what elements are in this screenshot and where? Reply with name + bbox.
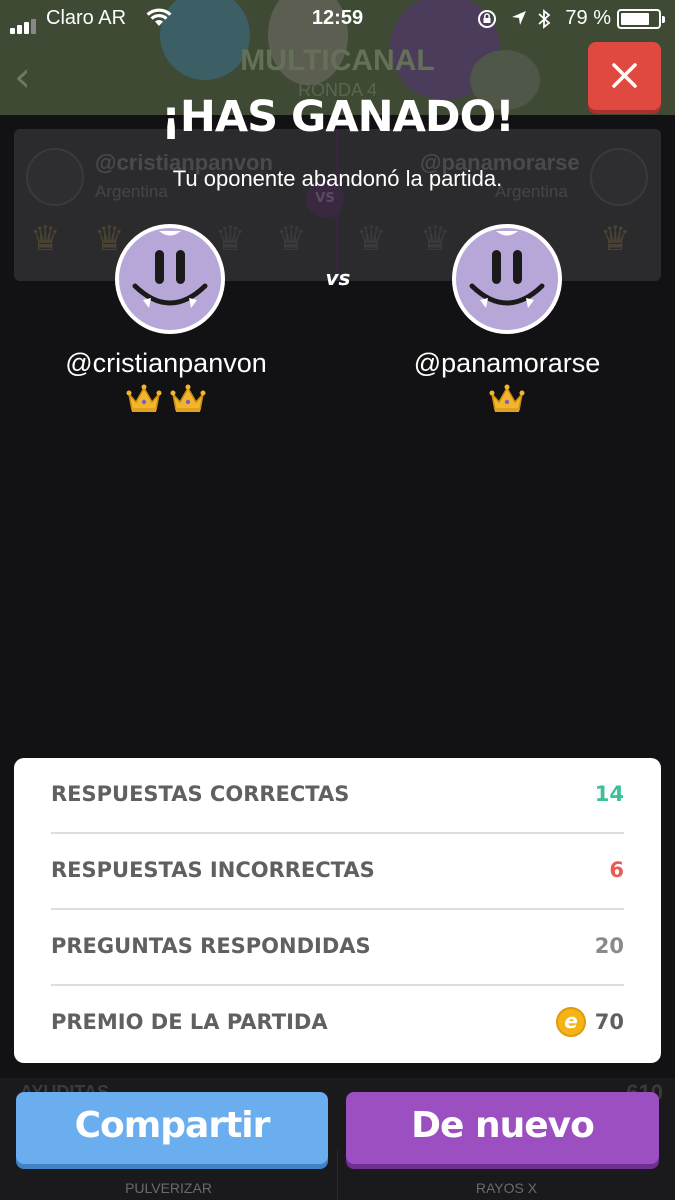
stats-row-prize: PREMIO DE LA PARTIDA e 70 [51,986,624,1062]
win-title: ¡HAS GANADO! [161,92,515,142]
background-tool-label: RAYOS X [475,1180,538,1196]
avatar-face [456,228,558,330]
stats-row-incorrect: RESPUESTAS INCORRECTAS 6 [51,834,624,910]
player-name: @cristianpanvon [65,348,267,378]
status-bar: Claro AR 12:59 79 % [0,0,675,38]
stats-value: 20 [594,934,624,958]
avatar-face [119,228,221,330]
crown-icon [170,384,206,418]
stats-label: PREGUNTAS RESPONDIDAS [51,934,371,958]
battery-fill [621,13,650,25]
rotation-lock-icon [477,9,497,34]
stats-row-correct: RESPUESTAS CORRECTAS 14 [51,758,624,834]
background-crown-icon: ♛ [600,219,631,259]
stats-label: RESPUESTAS CORRECTAS [51,782,350,806]
background-crown-icon: ♛ [215,219,246,259]
background-category-title: MULTICANAL [240,44,435,77]
stats-card: RESPUESTAS CORRECTAS 14 RESPUESTAS INCOR… [14,758,661,1063]
crown-icon [489,384,525,418]
stats-value: 6 [609,858,624,882]
player-avatar [115,224,225,334]
coin-icon: e [556,1007,586,1037]
win-subtitle: Tu oponente abandonó la partida. [172,166,503,191]
play-again-button[interactable]: De nuevo [346,1092,659,1164]
smiley-face-icon [132,231,208,308]
stats-value: 14 [594,782,624,806]
opponent-name: @panamorarse [413,348,601,378]
battery-icon [617,9,665,29]
opponent-avatar [452,224,562,334]
background-tool-label: PULVERIZAR [125,1180,212,1196]
crown-icon [126,384,162,418]
location-arrow-icon [510,9,528,32]
stats-label: PREMIO DE LA PARTIDA [51,1010,328,1034]
opponent-crowns [357,384,657,418]
player-crowns [16,384,316,418]
stats-row-answered: PREGUNTAS RESPONDIDAS 20 [51,910,624,986]
share-button[interactable]: Compartir [16,1092,328,1164]
bluetooth-icon [537,9,551,34]
vs-label: vs [325,266,351,290]
stats-label: RESPUESTAS INCORRECTAS [51,858,375,882]
background-crown-icon: ♛ [420,219,451,259]
background-crown-icon: ♛ [94,219,125,259]
background-crown-icon: ♛ [356,219,387,259]
smiley-face-icon [469,231,545,308]
stats-value: 70 [594,1010,624,1034]
close-icon [612,63,637,88]
background-crown-icon: ♛ [276,219,307,259]
battery-percent: 79 % [565,7,611,29]
background-crown-icon: ♛ [30,219,61,259]
battery-nub [662,16,665,23]
